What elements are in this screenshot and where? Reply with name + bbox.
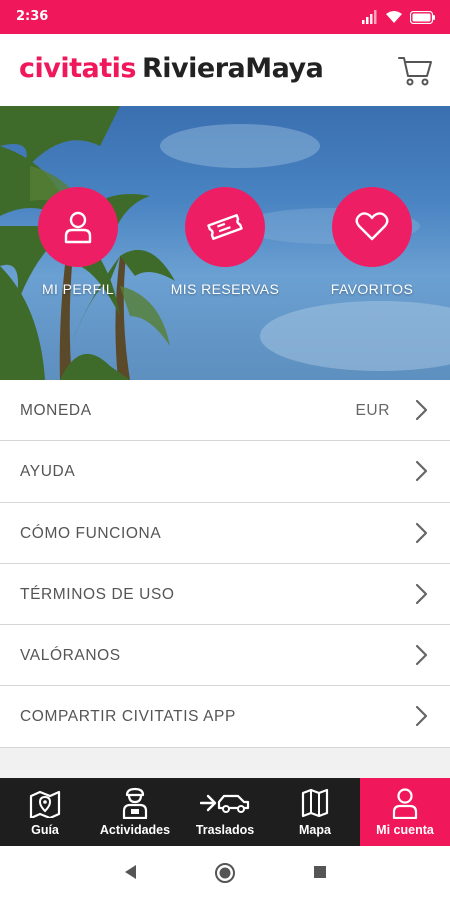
menu-item-label: MONEDA (20, 402, 92, 419)
chevron-right-icon (415, 461, 428, 482)
ticket-icon (207, 214, 243, 240)
cart-icon[interactable] (396, 51, 434, 89)
destination-name: RivieraMaya (141, 53, 324, 84)
favorites-circle[interactable] (332, 187, 412, 267)
profile-tile[interactable]: MI PERFIL (8, 187, 148, 297)
nav-label: Actividades (99, 823, 171, 837)
map-pin-book-icon (29, 790, 61, 818)
menu-item-help[interactable]: AYUDA (0, 441, 450, 503)
user-icon (392, 788, 418, 819)
nav-item-guide[interactable]: Guía (0, 778, 90, 846)
content-spacer (0, 748, 450, 778)
menu-item-label: TÉRMINOS DE USO (20, 585, 175, 603)
chevron-right-icon (415, 706, 428, 727)
chevron-right-icon (415, 583, 428, 604)
nav-item-map[interactable]: Mapa (270, 778, 360, 846)
status-time: 2:36 (16, 9, 49, 24)
nav-label: Mi cuenta (376, 823, 434, 837)
menu-item-share-app[interactable]: COMPARTIR CIVITATIS APP (0, 686, 450, 748)
user-icon (64, 211, 92, 244)
menu-item-currency[interactable]: MONEDA EUR (0, 380, 450, 442)
settings-menu: MONEDA EUR AYUDA CÓMO FUNCIONA TÉRMINOS … (0, 380, 450, 748)
heart-icon (355, 212, 389, 241)
map-icon (301, 788, 329, 818)
profile-label: MI PERFIL (41, 281, 115, 297)
menu-item-terms[interactable]: TÉRMINOS DE USO (0, 563, 450, 626)
menu-item-label: CÓMO FUNCIONA (20, 524, 162, 542)
nav-label: Guía (31, 823, 59, 837)
chevron-right-icon (415, 645, 428, 666)
profile-circle[interactable] (38, 187, 118, 267)
back-icon[interactable] (122, 863, 138, 881)
nav-item-my-account[interactable]: Mi cuenta (360, 778, 450, 846)
bottom-navigation: Guía Actividades Traslados Mapa Mi cuent… (0, 778, 450, 846)
reservations-circle[interactable] (185, 187, 265, 267)
menu-item-label: COMPARTIR CIVITATIS APP (20, 708, 236, 726)
menu-item-label: AYUDA (20, 463, 76, 481)
battery-icon (410, 10, 435, 24)
chevron-right-icon (415, 522, 428, 543)
recents-icon[interactable] (313, 865, 327, 879)
app-header: civitatis RivieraMaya (0, 34, 450, 106)
nav-item-activities[interactable]: Actividades (90, 778, 180, 846)
brand-name: civitatis (19, 53, 136, 84)
car-transfer-icon (200, 794, 250, 813)
nav-item-transfers[interactable]: Traslados (180, 778, 270, 846)
hero-banner: MI PERFIL MIS RESERVAS FAVORITOS (0, 106, 450, 380)
reservations-tile[interactable]: MIS RESERVAS (155, 187, 295, 297)
currency-value: EUR (355, 402, 390, 419)
favorites-tile[interactable]: FAVORITOS (302, 187, 442, 297)
status-bar: 2:36 (0, 0, 450, 34)
menu-item-how-it-works[interactable]: CÓMO FUNCIONA (0, 502, 450, 564)
system-navigation-bar (0, 846, 450, 900)
brand-logo[interactable]: civitatis RivieraMaya (19, 53, 324, 84)
guide-person-icon (122, 787, 148, 819)
status-icons (362, 8, 436, 26)
home-icon[interactable] (214, 862, 236, 884)
reservations-label: MIS RESERVAS (170, 281, 280, 297)
menu-item-label: VALÓRANOS (20, 647, 121, 665)
favorites-label: FAVORITOS (330, 281, 414, 297)
chevron-right-icon (415, 399, 428, 421)
wifi-icon (386, 11, 402, 23)
nav-label: Traslados (195, 823, 255, 837)
nav-label: Mapa (299, 823, 331, 837)
signal-icon (362, 10, 377, 24)
menu-item-rate-us[interactable]: VALÓRANOS (0, 625, 450, 687)
